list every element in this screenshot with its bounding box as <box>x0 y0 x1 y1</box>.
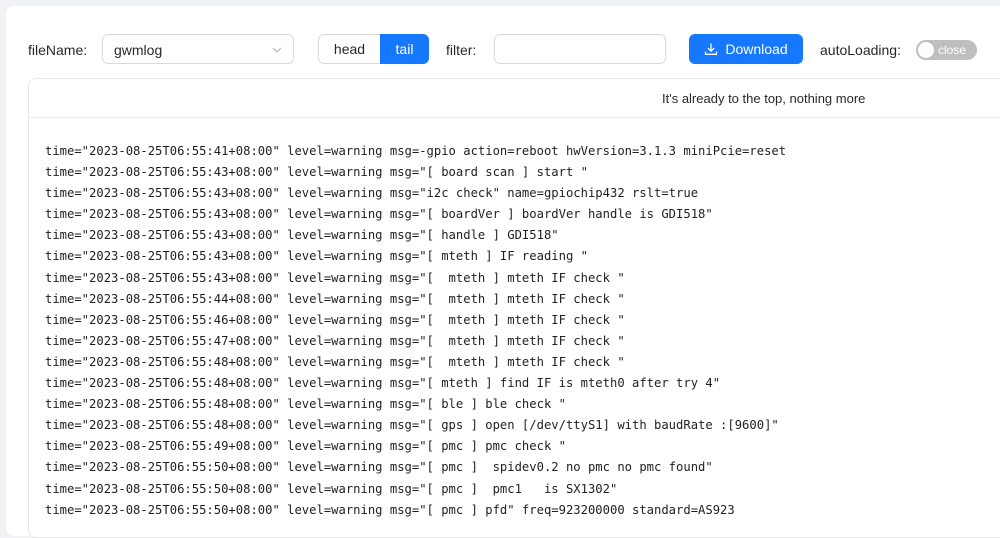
log-line: time="2023-08-25T06:55:41+08:00" level=w… <box>45 144 787 158</box>
file-name-label: fileName: <box>28 42 88 58</box>
switch-knob <box>918 42 934 58</box>
file-name-select[interactable]: gwmlog <box>102 34 294 64</box>
log-line: time="2023-08-25T06:55:44+08:00" level=w… <box>45 291 625 306</box>
log-line: time="2023-08-25T06:55:50+08:00" level=w… <box>45 460 713 475</box>
filter-input[interactable] <box>494 34 666 64</box>
log-lines: time="2023-08-25T06:55:41+08:00" level=w… <box>45 141 786 521</box>
log-line: time="2023-08-25T06:55:48+08:00" level=w… <box>45 354 625 369</box>
log-line: time="2023-08-25T06:55:43+08:00" level=w… <box>45 228 559 243</box>
download-button[interactable]: Download <box>689 34 803 64</box>
log-line: time="2023-08-25T06:55:50+08:00" level=w… <box>45 502 735 517</box>
log-line: time="2023-08-25T06:55:48+08:00" level=w… <box>45 397 566 412</box>
log-line: time="2023-08-25T06:55:49+08:00" level=w… <box>45 439 566 454</box>
auto-loading-state: close <box>938 43 967 57</box>
toolbar: fileName: gwmlog head tail filter: Downl… <box>6 6 1000 82</box>
log-line: time="2023-08-25T06:55:43+08:00" level=w… <box>45 207 713 222</box>
log-line: time="2023-08-25T06:55:43+08:00" level=w… <box>45 249 588 264</box>
download-icon <box>705 43 718 55</box>
log-line: time="2023-08-25T06:55:43+08:00" level=w… <box>45 186 699 201</box>
chevron-down-icon <box>272 47 282 53</box>
filter-label: filter: <box>446 42 477 58</box>
head-button[interactable]: head <box>318 34 380 64</box>
log-line: time="2023-08-25T06:55:46+08:00" level=w… <box>45 312 625 327</box>
file-name-value: gwmlog <box>114 42 163 58</box>
log-line: time="2023-08-25T06:55:43+08:00" level=w… <box>45 165 588 180</box>
log-line: time="2023-08-25T06:55:50+08:00" level=w… <box>45 481 618 496</box>
auto-loading-switch[interactable]: close <box>916 40 977 60</box>
top-message: It's already to the top, nothing more <box>662 91 866 106</box>
log-line: time="2023-08-25T06:55:48+08:00" level=w… <box>45 418 779 433</box>
tail-button[interactable]: tail <box>380 34 429 64</box>
mode-toggle: head tail <box>318 34 429 64</box>
log-line: time="2023-08-25T06:55:43+08:00" level=w… <box>45 270 625 285</box>
download-label: Download <box>725 41 788 57</box>
log-panel[interactable]: It's already to the top, nothing more ti… <box>28 78 1000 538</box>
auto-loading-label: autoLoading: <box>820 42 901 58</box>
log-line: time="2023-08-25T06:55:47+08:00" level=w… <box>45 333 625 348</box>
log-line: time="2023-08-25T06:55:48+08:00" level=w… <box>45 376 721 391</box>
top-message-bar: It's already to the top, nothing more <box>29 79 1000 118</box>
